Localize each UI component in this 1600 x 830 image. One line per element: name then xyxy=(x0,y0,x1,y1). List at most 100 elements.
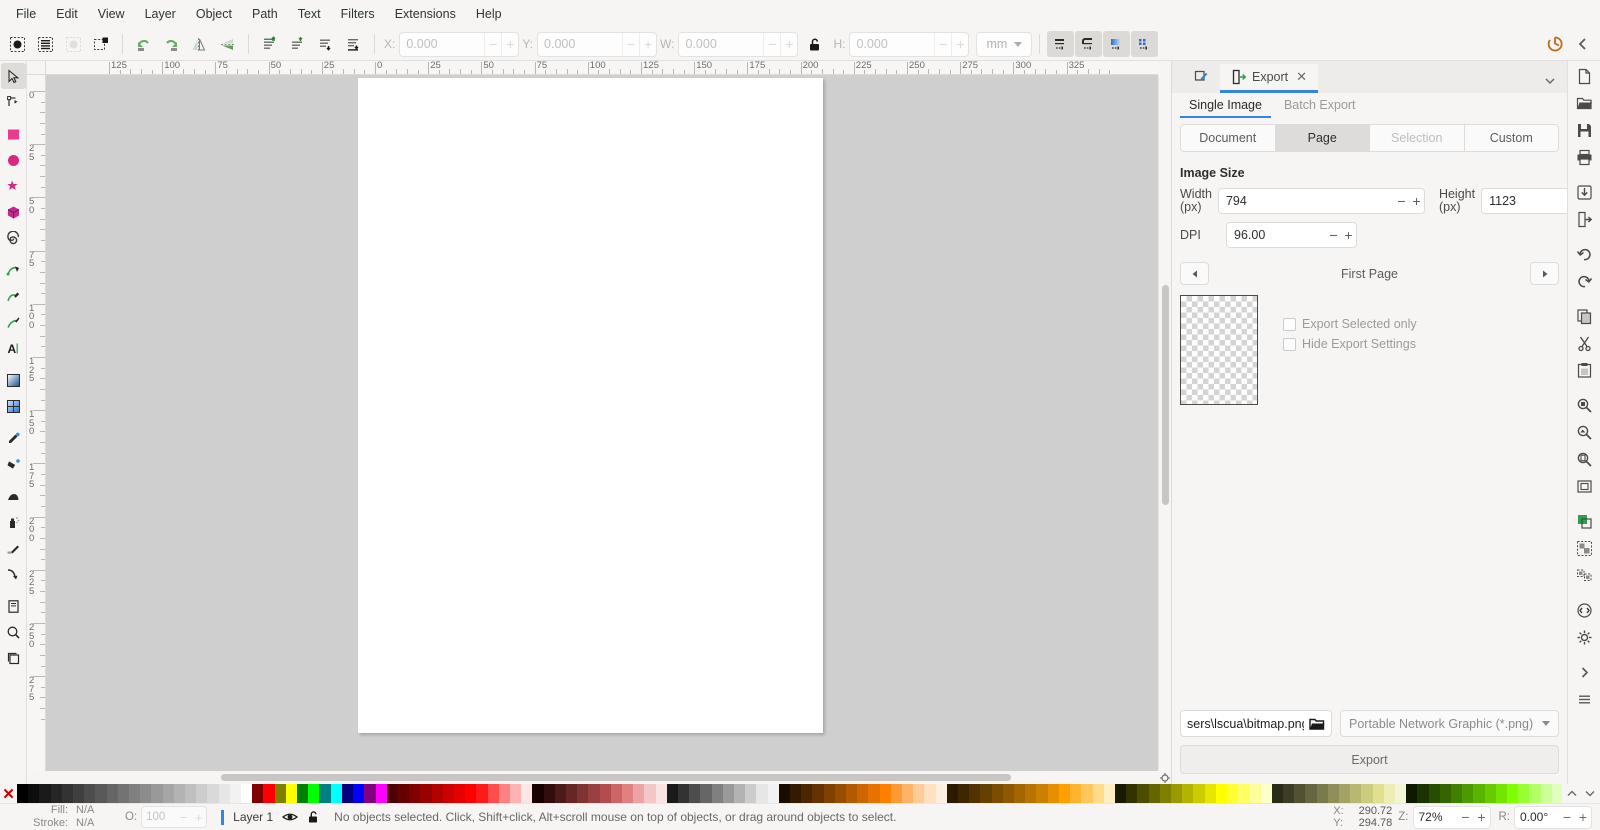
minus-icon[interactable]: − xyxy=(622,32,639,56)
palette-swatch[interactable] xyxy=(1249,784,1261,803)
palette-swatch[interactable] xyxy=(1193,784,1205,803)
plus-icon[interactable]: + xyxy=(1341,223,1356,247)
palette-swatch[interactable] xyxy=(1462,784,1474,803)
palette-swatch[interactable] xyxy=(1327,784,1339,803)
palette-swatch[interactable] xyxy=(991,784,1003,803)
spiral-tool[interactable] xyxy=(1,225,26,251)
minus-icon[interactable]: − xyxy=(1326,223,1341,247)
palette-swatch[interactable] xyxy=(274,784,286,803)
palette-swatch[interactable] xyxy=(252,784,264,803)
palette-swatch[interactable] xyxy=(1047,784,1059,803)
h-spinner[interactable]: −+ xyxy=(849,31,970,57)
palette-swatch[interactable] xyxy=(1159,784,1171,803)
palette-swatch[interactable] xyxy=(924,784,936,803)
snap-controls-icon[interactable] xyxy=(1541,31,1568,57)
export-dpi-input[interactable] xyxy=(1227,223,1326,247)
plus-icon[interactable]: + xyxy=(1575,809,1591,825)
width-stepper[interactable]: − + xyxy=(1394,189,1424,213)
scope-custom[interactable]: Custom xyxy=(1463,124,1559,152)
palette-swatch[interactable] xyxy=(801,784,813,803)
plus-icon[interactable]: + xyxy=(780,32,797,56)
y-input[interactable] xyxy=(538,32,623,56)
palette-swatch[interactable] xyxy=(846,784,858,803)
pencil-tool[interactable] xyxy=(1,283,26,309)
y-spinner[interactable]: −+ xyxy=(537,31,658,57)
node-tool[interactable] xyxy=(1,89,26,115)
xml-editor-button[interactable] xyxy=(1570,597,1599,624)
palette-swatch[interactable] xyxy=(756,784,768,803)
palette-swatch[interactable] xyxy=(1383,784,1395,803)
plus-icon[interactable]: + xyxy=(191,810,206,825)
palette-swatch[interactable] xyxy=(453,784,466,803)
menu-view[interactable]: View xyxy=(88,3,135,25)
palette-swatch[interactable] xyxy=(1316,784,1328,803)
zoom-fit-button[interactable] xyxy=(1570,473,1599,500)
select-all-in-all-layers-icon[interactable] xyxy=(32,31,59,57)
palette-swatch[interactable] xyxy=(1551,784,1562,803)
redo-button[interactable] xyxy=(1570,268,1599,295)
palette-swatch[interactable] xyxy=(1507,784,1519,803)
tweak-tool[interactable] xyxy=(1,483,26,509)
palette-swatch[interactable] xyxy=(722,784,734,803)
scale-stroke-width-icon[interactable] xyxy=(1047,31,1075,57)
palette-swatch[interactable] xyxy=(465,784,477,803)
palette-swatch[interactable] xyxy=(1238,784,1250,803)
duplicate-button[interactable] xyxy=(1570,508,1599,535)
palette-swatch[interactable] xyxy=(1540,784,1552,803)
palette-swatch[interactable] xyxy=(577,784,589,803)
palette-swatch[interactable] xyxy=(1170,784,1183,803)
palette-swatch[interactable] xyxy=(487,784,499,803)
palette-swatch[interactable] xyxy=(420,784,432,803)
palette-swatch[interactable] xyxy=(689,784,701,803)
palette-swatch[interactable] xyxy=(677,784,690,803)
palette-swatch[interactable] xyxy=(543,784,555,803)
w-spinner[interactable]: −+ xyxy=(678,31,799,57)
x-input[interactable] xyxy=(400,32,485,56)
palette-swatch[interactable] xyxy=(1495,784,1508,803)
palette-swatch[interactable] xyxy=(610,784,622,803)
palette-swatch[interactable] xyxy=(285,784,298,803)
palette-swatch[interactable] xyxy=(364,784,376,803)
palette-swatch[interactable] xyxy=(633,784,645,803)
scope-selection[interactable]: Selection xyxy=(1369,124,1465,152)
preferences-button[interactable] xyxy=(1570,624,1599,651)
palette-swatch[interactable] xyxy=(442,784,454,803)
palette-swatch[interactable] xyxy=(790,784,802,803)
menu-edit[interactable]: Edit xyxy=(46,3,88,25)
palette-swatch[interactable] xyxy=(431,784,443,803)
palette-swatch[interactable] xyxy=(834,784,847,803)
palette-swatch[interactable] xyxy=(397,784,410,803)
star-tool[interactable] xyxy=(1,173,26,199)
palette-swatch[interactable] xyxy=(409,784,421,803)
palette-swatches[interactable] xyxy=(17,784,1562,803)
palette-swatch[interactable] xyxy=(700,784,712,803)
dpi-stepper[interactable]: − + xyxy=(1326,223,1356,247)
palette-swatch[interactable] xyxy=(1439,784,1451,803)
palette-swatch[interactable] xyxy=(140,784,152,803)
palette-swatch[interactable] xyxy=(1529,784,1541,803)
lock-open-icon[interactable] xyxy=(801,31,828,57)
layer-indicator[interactable]: Layer 1 xyxy=(221,809,320,825)
palette-swatch[interactable] xyxy=(241,784,253,803)
palette-swatch[interactable] xyxy=(812,784,824,803)
w-input[interactable] xyxy=(679,32,764,56)
palette-swatch[interactable] xyxy=(1406,784,1418,803)
palette-swatch[interactable] xyxy=(745,784,757,803)
menu-extensions[interactable]: Extensions xyxy=(385,3,466,25)
text-tool[interactable]: A xyxy=(1,335,26,361)
palette-swatch[interactable] xyxy=(73,784,85,803)
opacity-input[interactable] xyxy=(142,811,177,823)
palette-swatch[interactable] xyxy=(185,784,197,803)
palette-swatch[interactable] xyxy=(980,784,992,803)
palette-swatch[interactable] xyxy=(521,784,533,803)
export-preview-thumbnail[interactable] xyxy=(1180,295,1258,405)
chevron-down-icon[interactable] xyxy=(1543,74,1557,88)
palette-swatch[interactable] xyxy=(823,784,835,803)
rotation-control[interactable]: R: − + xyxy=(1499,805,1592,829)
palette-swatch[interactable] xyxy=(95,784,107,803)
horizontal-scroll-thumb[interactable] xyxy=(221,774,1011,781)
palette-swatch[interactable] xyxy=(1014,784,1026,803)
palette-swatch[interactable] xyxy=(1282,784,1295,803)
palette-swatch[interactable] xyxy=(599,784,611,803)
palette-swatch[interactable] xyxy=(1092,784,1104,803)
